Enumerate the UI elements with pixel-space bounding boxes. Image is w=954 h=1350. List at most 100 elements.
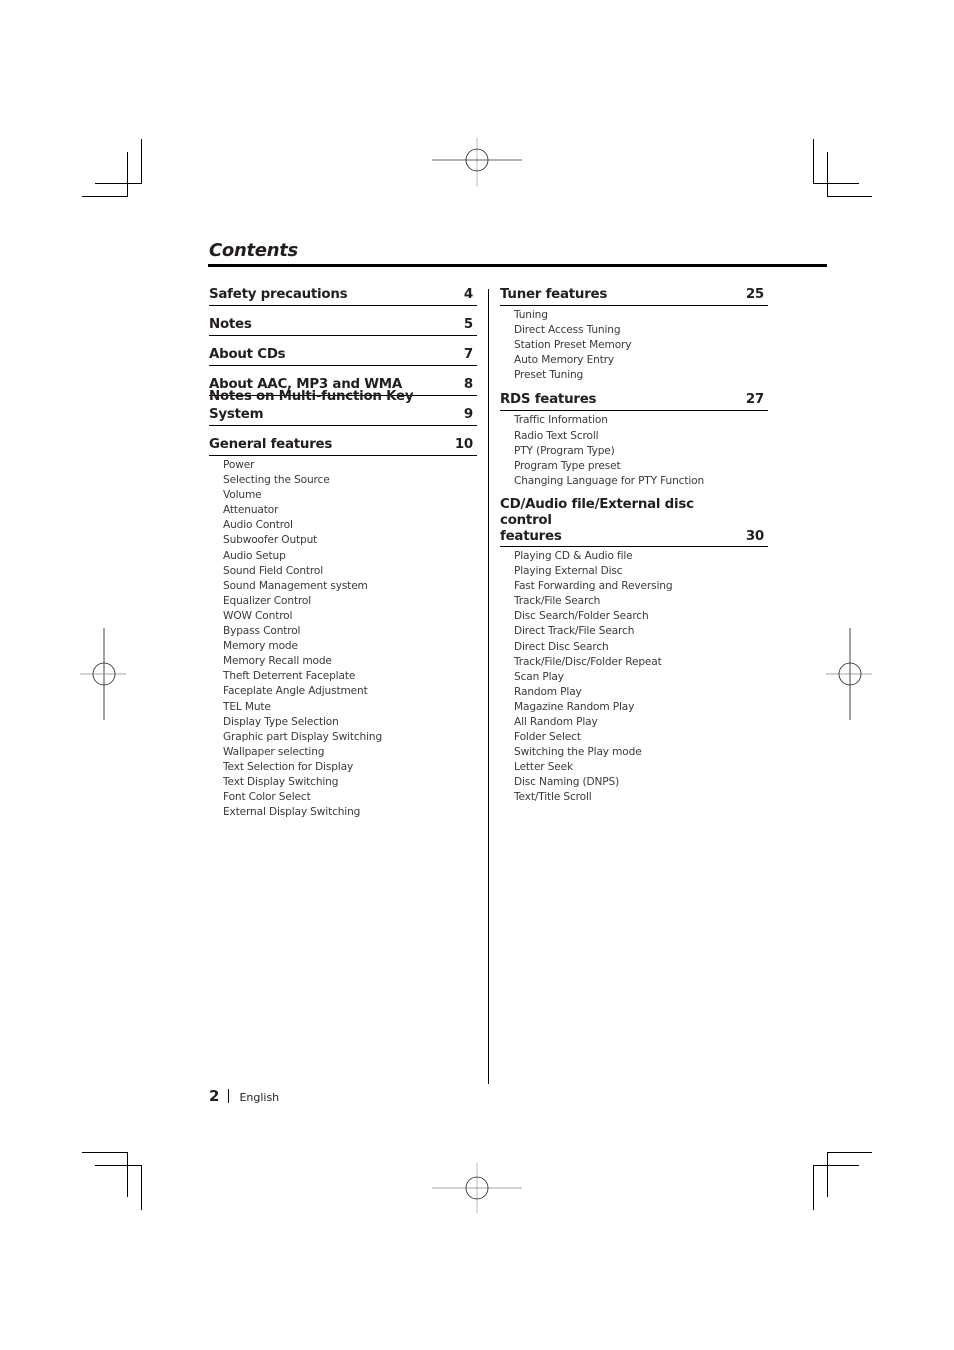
toc-subitem[interactable]: Fast Forwarding and Reversing	[514, 579, 768, 594]
toc-subitem[interactable]: Tuning	[514, 308, 768, 323]
section-page-number: 4	[463, 287, 473, 302]
toc-subitem[interactable]: Attenuator	[223, 503, 477, 518]
page-footer: 2 English	[209, 1087, 279, 1105]
toc-subitem[interactable]: Direct Access Tuning	[514, 323, 768, 338]
toc-subitem[interactable]: Audio Control	[223, 518, 477, 533]
crop-mark-top-left	[141, 139, 142, 184]
section-title: RDS features	[500, 392, 597, 408]
toc-subitem[interactable]: Text Selection for Display	[223, 760, 477, 775]
section-title: Tuner features	[500, 287, 608, 302]
toc-subitem[interactable]: PTY (Program Type)	[514, 444, 768, 459]
toc-subitem[interactable]: TEL Mute	[223, 700, 477, 715]
section-title: Safety precautions	[209, 287, 348, 302]
crop-mark-top-right	[813, 139, 814, 184]
toc-left-column: Safety precautions 4 Notes 5 About CDs 7 About…	[209, 286, 477, 820]
registration-mark-left	[80, 628, 126, 720]
toc-subitem[interactable]: Equalizer Control	[223, 594, 477, 609]
crop-mark-top-left	[82, 196, 128, 197]
crop-mark-bottom-right	[827, 1152, 828, 1197]
toc-subitem[interactable]: Display Type Selection	[223, 715, 477, 730]
toc-subitem[interactable]: Track/File/Disc/Folder Repeat	[514, 655, 768, 670]
toc-subitem[interactable]: Theft Deterrent Faceplate	[223, 669, 477, 684]
section-page-number: 8	[463, 377, 473, 392]
toc-subitem[interactable]: Auto Memory Entry	[514, 353, 768, 368]
toc-subitem[interactable]: Switching the Play mode	[514, 745, 768, 760]
title-rule	[208, 264, 827, 267]
toc-subitem[interactable]: Program Type preset	[514, 459, 768, 474]
toc-section: Notes on Multi-function Key System 9	[209, 389, 477, 426]
toc-section: CD/Audio file/External disc control feat…	[500, 497, 768, 806]
toc-subitem[interactable]: Playing External Disc	[514, 564, 768, 579]
toc-subitem[interactable]: Direct Disc Search	[514, 640, 768, 655]
toc-subitem-list: Power Selecting the Source Volume Attenuato…	[209, 456, 477, 820]
toc-subitem[interactable]: Playing CD & Audio file	[514, 549, 768, 564]
toc-subitem[interactable]: Memory Recall mode	[223, 654, 477, 669]
toc-subitem[interactable]: Graphic part Display Switching	[223, 730, 477, 745]
section-page-number: 25	[745, 287, 764, 302]
toc-subitem-list: Playing CD & Audio file Playing External …	[500, 547, 768, 806]
toc-subitem[interactable]: Wallpaper selecting	[223, 745, 477, 760]
section-page-number: 9	[463, 407, 473, 422]
toc-subitem[interactable]: All Random Play	[514, 715, 768, 730]
toc-subitem[interactable]: Station Preset Memory	[514, 338, 768, 353]
crop-mark-top-left	[127, 152, 128, 197]
toc-subitem[interactable]: Random Play	[514, 685, 768, 700]
section-page-number: 30	[745, 528, 764, 544]
footer-language: English	[239, 1091, 280, 1104]
toc-subitem[interactable]: External Display Switching	[223, 805, 477, 820]
toc-subitem[interactable]: Memory mode	[223, 639, 477, 654]
footer-separator	[228, 1089, 230, 1103]
column-divider	[488, 289, 489, 1084]
toc-section: Safety precautions 4	[209, 286, 477, 306]
toc-subitem[interactable]: Volume	[223, 488, 477, 503]
toc-subitem[interactable]: Changing Language for PTY Function	[514, 474, 768, 489]
toc-subitem[interactable]: Scan Play	[514, 670, 768, 685]
toc-subitem[interactable]: Sound Management system	[223, 579, 477, 594]
toc-subitem[interactable]: Selecting the Source	[223, 473, 477, 488]
crop-mark-top-right	[827, 152, 828, 197]
toc-section: Notes 5	[209, 316, 477, 336]
toc-section-heading[interactable]: RDS features 27	[500, 391, 768, 412]
toc-subitem[interactable]: Radio Text Scroll	[514, 429, 768, 444]
toc-section-heading[interactable]: CD/Audio file/External disc control feat…	[500, 497, 768, 547]
toc-subitem[interactable]: Preset Tuning	[514, 368, 768, 383]
toc-subitem[interactable]: Bypass Control	[223, 624, 477, 639]
page-title: Contents	[209, 240, 298, 261]
section-title: Notes	[209, 317, 252, 332]
crop-mark-bottom-right	[813, 1165, 859, 1166]
toc-section: Tuner features 25 Tuning Direct Access Tuni…	[500, 286, 768, 383]
toc-subitem[interactable]: Text/Title Scroll	[514, 790, 768, 805]
toc-section: General features 10 Power Selecting the Sou…	[209, 436, 477, 820]
toc-subitem[interactable]: Traffic Information	[514, 413, 768, 428]
toc-subitem[interactable]: Audio Setup	[223, 549, 477, 564]
section-title: General features	[209, 437, 333, 452]
toc-subitem[interactable]: Text Display Switching	[223, 775, 477, 790]
toc-section-heading[interactable]: Notes on Multi-function Key System 9	[209, 389, 477, 426]
toc-subitem-list: Tuning Direct Access Tuning Station Preset…	[500, 306, 768, 383]
toc-section-heading[interactable]: General features 10	[209, 436, 477, 456]
toc-subitem[interactable]: Subwoofer Output	[223, 533, 477, 548]
toc-subitem[interactable]: Folder Select	[514, 730, 768, 745]
toc-subitem[interactable]: Sound Field Control	[223, 564, 477, 579]
toc-section-heading[interactable]: Notes 5	[209, 316, 477, 336]
toc-subitem[interactable]: Direct Track/File Search	[514, 624, 768, 639]
toc-subitem[interactable]: Disc Search/Folder Search	[514, 609, 768, 624]
toc-section-heading[interactable]: Tuner features 25	[500, 286, 768, 306]
toc-section: RDS features 27 Traffic Information Radio T…	[500, 391, 768, 488]
crop-mark-bottom-left	[141, 1165, 142, 1210]
toc-subitem[interactable]: Disc Naming (DNPS)	[514, 775, 768, 790]
toc-subitem[interactable]: Font Color Select	[223, 790, 477, 805]
toc-section-heading[interactable]: Safety precautions 4	[209, 286, 477, 306]
toc-subitem[interactable]: Power	[223, 458, 477, 473]
registration-mark-right	[826, 628, 872, 720]
toc-section-heading[interactable]: About CDs 7	[209, 346, 477, 366]
crop-mark-bottom-right	[813, 1165, 814, 1210]
registration-mark-bottom	[432, 1163, 522, 1213]
section-title: Notes on Multi-function Key System	[209, 389, 414, 422]
toc-subitem[interactable]: Magazine Random Play	[514, 700, 768, 715]
toc-subitem[interactable]: Letter Seek	[514, 760, 768, 775]
toc-subitem[interactable]: WOW Control	[223, 609, 477, 624]
toc-subitem[interactable]: Faceplate Angle Adjustment	[223, 684, 477, 699]
crop-mark-bottom-left	[95, 1165, 141, 1166]
toc-subitem[interactable]: Track/File Search	[514, 594, 768, 609]
